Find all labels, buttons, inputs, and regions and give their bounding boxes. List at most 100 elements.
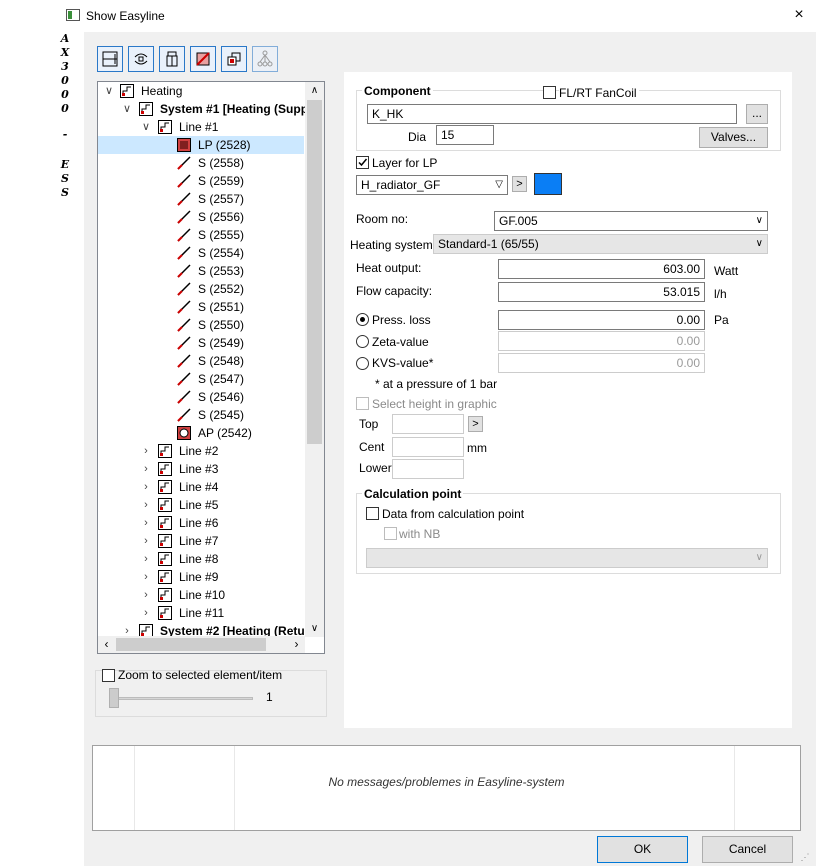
zoom-checkbox[interactable] [102,669,115,682]
chevron-right-icon[interactable]: › [140,532,152,550]
resize-grip-icon[interactable]: ⋰ [798,850,812,864]
chevron-right-icon[interactable]: › [140,496,152,514]
tree-node-line[interactable]: › Line #8 [98,550,304,568]
tree-node-line[interactable]: › Line #9 [98,568,304,586]
tree-node-line[interactable]: › Line #5 [98,496,304,514]
tree-node-pipe-segment[interactable]: S (2547) [98,370,304,388]
tree-node-pipe-segment[interactable]: S (2554) [98,244,304,262]
swap-icon[interactable] [128,46,154,72]
layer-arrow-button[interactable]: > [512,176,527,192]
valve-icon[interactable] [159,46,185,72]
layer-select[interactable]: H_radiator_GF ▽ [356,175,508,195]
tree-node-pipe-segment[interactable]: S (2555) [98,226,304,244]
tree-node-pipe-segment[interactable]: S (2552) [98,280,304,298]
cent-field[interactable] [392,437,464,457]
scroll-up-icon[interactable]: ∧ [305,82,324,99]
cancel-button[interactable]: Cancel [702,836,793,863]
component-name-field[interactable]: K_HK [367,104,737,124]
flow-capacity-field[interactable]: 53.015 [498,282,705,302]
lower-field[interactable] [392,459,464,479]
tree-node-pipe-segment[interactable]: S (2557) [98,190,304,208]
kvs-value-field[interactable]: 0.00 [498,353,705,373]
tree-icon[interactable] [252,46,278,72]
chevron-right-icon[interactable]: › [140,586,152,604]
scroll-thumb-horizontal[interactable] [116,638,266,651]
layer-checkbox[interactable] [356,156,369,169]
tree-node-pipe-segment[interactable]: S (2548) [98,352,304,370]
pipe-section-icon[interactable] [97,46,123,72]
scroll-thumb[interactable] [307,100,322,444]
tree-node-pipe-segment[interactable]: S (2559) [98,172,304,190]
tree-node-heating[interactable]: ∨ Heating [98,82,304,100]
tree-node-pipe-segment[interactable]: S (2545) [98,406,304,424]
zeta-value-field[interactable]: 0.00 [498,331,705,351]
calc-point-select[interactable]: ∨ [366,548,768,568]
component-browse-button[interactable]: ... [746,104,768,124]
with-nb-checkbox[interactable] [384,527,397,540]
tree-node-pipe-segment[interactable]: S (2549) [98,334,304,352]
valves-button[interactable]: Valves... [699,127,768,148]
line-node-icon [158,444,172,458]
room-select[interactable]: GF.005 ∨ [494,211,768,231]
tree-vertical-scrollbar[interactable]: ∧ ∨ [305,82,324,637]
tree-node-pipe-segment[interactable]: S (2550) [98,316,304,334]
chevron-right-icon[interactable]: › [140,514,152,532]
zoom-slider-thumb[interactable] [109,688,119,708]
chevron-down-icon[interactable]: ∨ [140,118,152,136]
tree-node-label: Line #8 [179,552,219,566]
heat-output-label: Heat output: [356,261,422,275]
tree-node-lp[interactable]: LP (2528) [98,136,304,154]
calc-point-data-checkbox[interactable] [366,507,379,520]
ok-button[interactable]: OK [597,836,688,863]
tree-node-label: Line #9 [179,570,219,584]
zeta-value-radio[interactable] [356,335,369,348]
tree-node-line-1[interactable]: ∨ Line #1 [98,118,304,136]
scroll-right-icon[interactable]: › [288,636,305,653]
chevron-down-icon[interactable]: ∨ [121,100,133,118]
heat-output-field[interactable]: 603.00 [498,259,705,279]
top-field[interactable] [392,414,464,434]
chevron-right-icon[interactable]: › [140,460,152,478]
press-loss-radio[interactable] [356,313,369,326]
dia-field[interactable]: 15 [436,125,494,145]
tree-node-line[interactable]: › Line #3 [98,460,304,478]
tree-node-line[interactable]: › Line #4 [98,478,304,496]
tree-node-system-1[interactable]: ∨ System #1 [Heating (Suppl [98,100,311,118]
tree-node-line[interactable]: › Line #7 [98,532,304,550]
zoom-slider-track[interactable] [111,697,253,700]
heating-system-select[interactable]: Standard-1 (65/55) ∨ [433,234,768,254]
chevron-right-icon[interactable]: › [140,568,152,586]
top-arrow-button[interactable]: > [468,416,483,432]
radiator-icon[interactable] [190,46,216,72]
tree-node-label: S (2558) [198,156,245,170]
chevron-right-icon[interactable]: › [140,478,152,496]
tree-node-label: S (2554) [198,246,245,260]
scroll-left-icon[interactable]: ‹ [98,636,115,653]
tree-node-pipe-segment[interactable]: S (2551) [98,298,304,316]
close-icon[interactable]: × [790,6,808,24]
chevron-right-icon[interactable]: › [140,442,152,460]
tree-node-pipe-segment[interactable]: S (2553) [98,262,304,280]
tree-node-line[interactable]: › Line #10 [98,586,304,604]
chevron-right-icon[interactable]: › [140,550,152,568]
kvs-value-radio[interactable] [356,357,369,370]
layer-color-swatch[interactable] [534,173,562,195]
press-loss-field[interactable]: 0.00 [498,310,705,330]
tree-node-pipe-segment[interactable]: S (2558) [98,154,304,172]
chevron-right-icon[interactable]: › [140,604,152,622]
tree-node-ap[interactable]: AP (2542) [98,424,304,442]
select-height-checkbox[interactable] [356,397,369,410]
tree-node-pipe-segment[interactable]: S (2546) [98,388,304,406]
tree-horizontal-scrollbar[interactable]: ‹ › [98,636,305,653]
tree-node-line[interactable]: › Line #6 [98,514,304,532]
layer-icon[interactable] [221,46,247,72]
scroll-down-icon[interactable]: ∨ [305,620,324,637]
side-letter: 0 [61,88,69,101]
calculation-point-title: Calculation point [362,487,464,501]
flrt-fancoil-checkbox[interactable] [543,86,556,99]
line-node-icon [158,120,172,134]
tree-node-pipe-segment[interactable]: S (2556) [98,208,304,226]
chevron-down-icon[interactable]: ∨ [103,82,115,100]
tree-node-line[interactable]: › Line #2 [98,442,304,460]
tree-node-line[interactable]: › Line #11 [98,604,304,622]
